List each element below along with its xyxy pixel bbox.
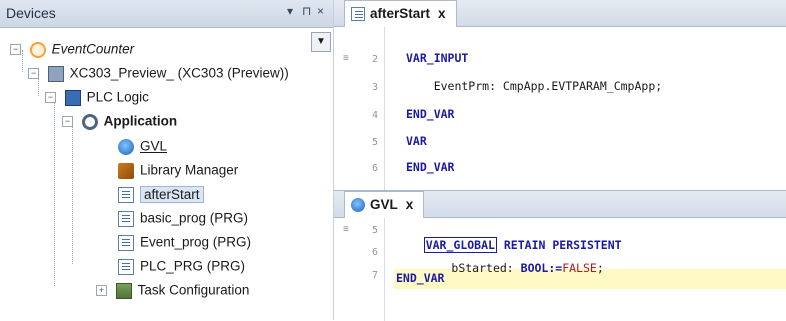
- devices-header: Devices ▾ ⊓ ×: [0, 0, 333, 28]
- code-operator: :=: [548, 261, 563, 275]
- line-number: 6: [371, 163, 378, 174]
- line-gutter: ≡ 2 3 4 5 6: [334, 27, 385, 190]
- tree-node-plc-logic[interactable]: − PLC Logic: [45, 85, 149, 109]
- tree-node-label: EventCounter: [51, 41, 135, 57]
- code-terminator: ;: [596, 261, 604, 275]
- tree-node-label: Event_prog (PRG): [140, 234, 252, 250]
- line-number: 6: [371, 247, 378, 258]
- tree-node-label: Task Configuration: [137, 282, 250, 298]
- editor-gvl: GVL x ≡ 5 6 7 VAR_GLOBAL RETAIN PERSISTEN…: [334, 190, 786, 321]
- application-icon: [81, 113, 98, 130]
- editor-afterstart: afterStart x ≡ 2 3 4 5 6 VAR_INPUT EventP…: [334, 0, 786, 190]
- device-icon: [47, 65, 64, 82]
- pou-icon: [118, 234, 134, 251]
- line-gutter: ≡ 5 6 7: [334, 218, 385, 321]
- close-tab-icon[interactable]: x: [406, 197, 414, 212]
- devices-panel: Devices ▾ ⊓ × − EventCounter ▼ − XC303_P…: [0, 0, 334, 320]
- tab-label: GVL: [370, 197, 398, 212]
- line-number: 2: [371, 54, 378, 65]
- collapse-toggle[interactable]: −: [28, 68, 39, 79]
- tree-node-label: Library Manager: [140, 162, 239, 178]
- plc-logic-icon: [64, 89, 81, 106]
- close-icon[interactable]: ×: [317, 4, 324, 18]
- event-counter-icon: [29, 41, 46, 58]
- tree-node-afterstart[interactable]: afterStart: [118, 182, 204, 206]
- collapse-toggle[interactable]: −: [45, 92, 56, 103]
- tree-node-library-manager[interactable]: Library Manager: [118, 158, 238, 182]
- collapse-toggle[interactable]: −: [62, 116, 73, 127]
- code-line[interactable]: END_VAR: [396, 271, 444, 285]
- fold-marker-icon[interactable]: ≡: [343, 53, 349, 64]
- line-number: 5: [371, 225, 378, 236]
- code-keyword: BOOL: [520, 261, 549, 275]
- pou-icon: [118, 210, 134, 227]
- line-number: 3: [371, 82, 378, 93]
- code-line[interactable]: VAR: [406, 134, 427, 148]
- gvl-icon: [351, 198, 365, 213]
- tree-node-eventcounter[interactable]: − EventCounter: [10, 37, 134, 61]
- tree-node-label: basic_prog (PRG): [140, 210, 249, 226]
- tree-node-label: Application: [103, 113, 178, 129]
- editor-tabbar: GVL x: [334, 191, 786, 218]
- tab-label: afterStart: [370, 6, 431, 21]
- tree-node-label: PLC Logic: [86, 89, 149, 105]
- tree-node-basic-prog[interactable]: basic_prog (PRG): [118, 206, 248, 230]
- pin-dropdown-icon[interactable]: ▾: [287, 4, 293, 18]
- editor-tabbar: afterStart x: [334, 0, 786, 27]
- pou-icon: [351, 7, 365, 22]
- pou-icon: [118, 186, 134, 203]
- expand-toggle[interactable]: +: [96, 285, 107, 296]
- pou-icon: [118, 258, 134, 275]
- tree-guide: [72, 122, 73, 264]
- tree-node-event-prog[interactable]: Event_prog (PRG): [118, 230, 251, 254]
- code-line[interactable]: END_VAR: [406, 107, 454, 121]
- devices-title: Devices: [6, 5, 56, 21]
- code-line[interactable]: VAR_INPUT: [406, 51, 468, 65]
- tree-node-gvl[interactable]: GVL: [118, 134, 167, 158]
- tree-guide: [54, 98, 55, 286]
- chevron-down-icon[interactable]: ▼: [311, 32, 331, 52]
- tab-gvl[interactable]: GVL x: [344, 191, 425, 218]
- tree-node-plc-prg[interactable]: PLC_PRG (PRG): [118, 254, 245, 278]
- float-icon[interactable]: ⊓: [302, 4, 311, 18]
- code-line[interactable]: EventPrm: CmpApp.EVTPARAM_CmpApp;: [406, 79, 663, 93]
- tree-node-label: afterStart: [140, 185, 204, 203]
- collapse-toggle[interactable]: −: [10, 44, 21, 55]
- tree-node-application[interactable]: − Application: [62, 109, 177, 133]
- tree-node-label: GVL: [140, 138, 168, 154]
- task-configuration-icon: [115, 282, 132, 299]
- code-line[interactable]: END_VAR: [406, 160, 454, 174]
- line-number: 5: [371, 137, 378, 148]
- tree-node-label: PLC_PRG (PRG): [140, 258, 246, 274]
- line-number: 4: [371, 110, 378, 121]
- tree-node-task-configuration[interactable]: + Task Configuration: [96, 278, 249, 302]
- tree-node-xc303-preview[interactable]: − XC303_Preview_ (XC303 (Preview)): [28, 61, 289, 85]
- library-manager-icon: [118, 162, 134, 179]
- gvl-icon: [118, 138, 134, 155]
- fold-marker-icon[interactable]: ≡: [343, 224, 349, 235]
- close-tab-icon[interactable]: x: [438, 6, 446, 21]
- tab-afterstart[interactable]: afterStart x: [344, 0, 457, 27]
- code-literal: FALSE: [562, 261, 597, 275]
- tree-node-label: XC303_Preview_ (XC303 (Preview)): [69, 65, 289, 81]
- line-number: 7: [371, 270, 378, 281]
